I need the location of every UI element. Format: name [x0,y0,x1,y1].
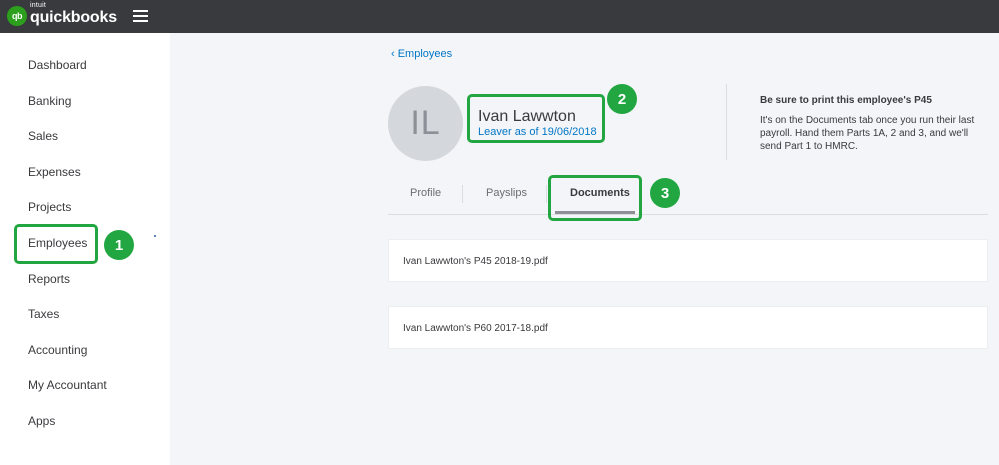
callout-badge-3: 3 [650,178,680,208]
back-to-employees-link[interactable]: ‹ Employees [391,48,452,60]
tab-payslips[interactable]: Payslips [486,187,527,199]
sidebar-item-banking[interactable]: Banking [28,94,71,108]
document-row-p45[interactable]: Ivan Lawwton's P45 2018-19.pdf [388,239,988,282]
sidebar-item-expenses[interactable]: Expenses [28,165,81,179]
p45-notice-body: It's on the Documents tab once you run t… [760,115,975,152]
document-name[interactable]: Ivan Lawwton's P45 2018-19.pdf [403,256,548,267]
qb-logo-icon: qb [7,6,27,26]
p45-notice-title: Be sure to print this employee's P45 [760,95,932,106]
callout-box-employee-name [467,94,605,143]
logo-intuit-text: intuit [30,2,46,9]
tab-separator [462,185,463,203]
tab-separator [546,185,547,203]
sidebar-item-accounting[interactable]: Accounting [28,343,87,357]
hamburger-icon[interactable] [133,10,148,22]
sidebar-item-dashboard[interactable]: Dashboard [28,58,87,72]
sidebar-item-sales[interactable]: Sales [28,129,58,143]
tabs-baseline [388,214,988,215]
quickbooks-logo[interactable]: qb intuit quickbooks [7,2,117,27]
top-bar: qb intuit quickbooks [0,0,999,33]
stray-dot [154,235,156,237]
callout-badge-1: 1 [104,230,134,260]
callout-box-documents-tab [548,175,642,221]
sidebar-item-reports[interactable]: Reports [28,272,70,286]
document-name[interactable]: Ivan Lawwton's P60 2017-18.pdf [403,323,548,334]
callout-box-employees [14,224,98,264]
logo-wordmark: quickbooks [30,9,117,26]
sidebar-item-apps[interactable]: Apps [28,414,55,428]
sidebar-item-projects[interactable]: Projects [28,200,71,214]
tab-profile[interactable]: Profile [410,187,441,199]
avatar: IL [388,86,463,161]
sidebar-item-my-accountant[interactable]: My Accountant [28,378,107,392]
header-divider [726,84,727,160]
callout-badge-2: 2 [607,84,637,114]
sidebar-item-taxes[interactable]: Taxes [28,307,59,321]
document-row-p60[interactable]: Ivan Lawwton's P60 2017-18.pdf [388,306,988,349]
